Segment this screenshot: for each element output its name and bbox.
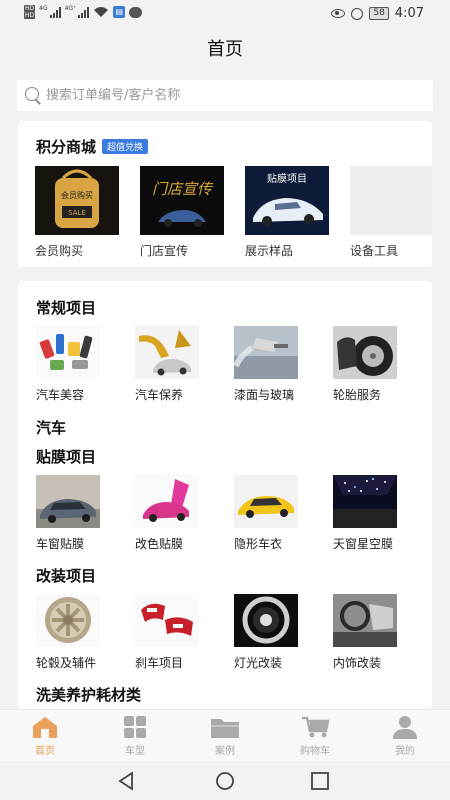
car-heading: 汽车 (36, 419, 67, 437)
window-film-image (36, 475, 100, 528)
points-mall-card: 积分商城 超值兑换 会员购买 SALE 会员购买 门店宣传 门店宣传 贴膜项目 … (18, 121, 432, 267)
mall-item-label: 门店宣传 (140, 244, 189, 258)
member-purchase-image: 会员购买 SALE (35, 166, 119, 235)
service-label: 轮胎服务 (333, 388, 382, 402)
service-label: 车窗贴膜 (36, 537, 85, 551)
film-heading: 贴膜项目 (36, 448, 97, 466)
back-icon[interactable] (116, 771, 136, 791)
service-ppf[interactable]: 隐形车衣 (234, 475, 314, 552)
folder-icon (211, 719, 239, 738)
tab-label: 车型 (125, 746, 145, 757)
clock: 4:07 (394, 6, 424, 21)
mall-item-label: 展示样品 (245, 244, 294, 258)
interior-image (333, 594, 397, 647)
mod-heading: 改装项目 (36, 567, 97, 585)
page-title: 首页 (207, 39, 243, 60)
tab-bar: 首页 车型 案例 购物车 我的 (0, 709, 450, 761)
alarm-icon (351, 7, 364, 20)
network-type: 4G (39, 5, 48, 12)
service-label: 隐形车衣 (234, 537, 283, 551)
service-label: 漆面与玻璃 (234, 388, 295, 402)
lighting-image (234, 594, 298, 647)
samples-image-text: 贴膜项目 (267, 172, 307, 185)
tab-profile[interactable]: 我的 (360, 710, 450, 761)
recents-icon[interactable] (310, 771, 330, 791)
car-beauty-image (36, 326, 100, 379)
tab-label: 首页 (35, 746, 55, 757)
tab-cart[interactable]: 购物车 (270, 710, 360, 761)
service-paint-glass[interactable]: 漆面与玻璃 (234, 326, 314, 403)
store-promo-image-text: 门店宣传 (152, 180, 214, 198)
service-color-film[interactable]: 改色贴膜 (135, 475, 215, 552)
hd-icon: HD HD (24, 5, 36, 19)
equipment-image-placeholder (350, 166, 432, 235)
tab-home[interactable]: 首页 (0, 710, 90, 761)
mall-item-label: 会员购买 (35, 244, 84, 258)
home-nav-icon[interactable] (214, 771, 236, 793)
paint-glass-image (234, 326, 298, 379)
grid-icon (124, 716, 146, 738)
service-window-film[interactable]: 车窗贴膜 (36, 475, 116, 552)
search-icon (25, 87, 42, 104)
tab-cases[interactable]: 案例 (180, 710, 270, 761)
cart-icon (302, 716, 330, 738)
points-mall-heading: 积分商城 超值兑换 (36, 136, 149, 157)
service-starry-sky[interactable]: 天窗星空膜 (333, 475, 413, 552)
user-icon (393, 716, 417, 739)
mall-item-samples[interactable]: 贴膜项目 展示样品 (245, 166, 329, 259)
tab-label: 案例 (215, 746, 235, 757)
search-input[interactable] (46, 88, 406, 103)
tire-service-image (333, 326, 397, 379)
mall-item-member-purchase[interactable]: 会员购买 SALE 会员购买 (35, 166, 119, 259)
service-label: 天窗星空膜 (333, 537, 394, 551)
value-exchange-badge[interactable]: 超值兑换 (102, 139, 149, 154)
service-car-maintenance[interactable]: 汽车保养 (135, 326, 215, 403)
brakes-image (135, 594, 199, 647)
services-card: 常规项目 汽车美容 汽车保养 漆面与玻璃 轮胎服务 汽车 贴膜项目 车窗贴膜 改… (18, 281, 432, 709)
app-notification-icon: ▤ (113, 6, 126, 18)
ppf-image (234, 475, 298, 528)
regular-heading: 常规项目 (36, 299, 97, 317)
mall-item-equipment[interactable]: 设备工具 (350, 166, 432, 259)
signal-icon (49, 6, 61, 18)
tab-models[interactable]: 车型 (90, 710, 180, 761)
wifi-icon (94, 7, 109, 17)
member-purchase-image-text: 会员购买 (61, 190, 93, 200)
svg-text:SALE: SALE (68, 209, 86, 217)
service-label: 内饰改装 (333, 656, 382, 670)
service-lighting[interactable]: 灯光改装 (234, 594, 314, 671)
service-label: 灯光改装 (234, 656, 283, 670)
store-promo-image: 门店宣传 (140, 166, 224, 235)
status-bar: HD HD 4G 4G⁺ ▤ 58 4:07 (0, 0, 450, 28)
wheels-image (36, 594, 100, 647)
service-brakes[interactable]: 刹车项目 (135, 594, 215, 671)
service-label: 轮毂及辅件 (36, 656, 97, 670)
samples-image: 贴膜项目 (245, 166, 329, 235)
mall-item-store-promo[interactable]: 门店宣传 门店宣传 (140, 166, 224, 259)
service-interior[interactable]: 内饰改装 (333, 594, 413, 671)
signal-icon-2 (78, 6, 90, 18)
consumables-heading: 洗美养护耗材类 (36, 686, 142, 704)
system-nav-bar (0, 761, 450, 800)
mall-item-label: 设备工具 (350, 244, 399, 258)
color-film-image (135, 475, 199, 528)
service-label: 改色贴膜 (135, 537, 184, 551)
service-tire[interactable]: 轮胎服务 (333, 326, 413, 403)
service-label: 汽车保养 (135, 388, 184, 402)
message-icon (129, 6, 143, 18)
car-maintenance-image (135, 326, 199, 379)
service-label: 刹车项目 (135, 656, 184, 670)
service-wheels[interactable]: 轮毂及辅件 (36, 594, 116, 671)
eye-icon (331, 9, 346, 18)
network-type-2: 4G⁺ (64, 5, 77, 12)
service-car-beauty[interactable]: 汽车美容 (36, 326, 116, 403)
tab-label: 购物车 (300, 746, 330, 757)
home-icon (33, 717, 57, 738)
service-label: 汽车美容 (36, 388, 85, 402)
starry-sky-image (333, 475, 397, 528)
tab-label: 我的 (395, 746, 415, 757)
battery-icon: 58 (369, 7, 389, 20)
search-bar[interactable] (17, 80, 433, 111)
